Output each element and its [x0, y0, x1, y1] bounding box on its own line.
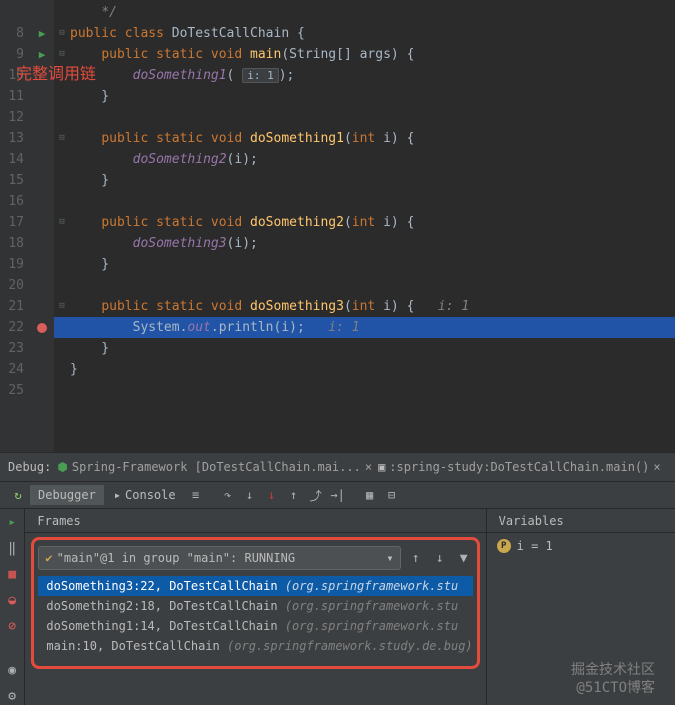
filter-icon[interactable]: ▼ — [455, 551, 473, 566]
step-into-icon[interactable]: ↓ — [240, 485, 260, 505]
next-frame-icon[interactable]: ↓ — [431, 551, 449, 566]
prev-frame-icon[interactable]: ↑ — [407, 551, 425, 566]
stack-frame[interactable]: doSomething3:22, DoTestCallChain (org.sp… — [38, 576, 472, 596]
debug-sidebar: ▸ ‖ ■ ◒ ⊘ ◉ ⚙ — [0, 509, 25, 705]
camera-icon[interactable]: ◉ — [3, 661, 21, 679]
debug-panel: Debug: ⬢ Spring-Framework [DoTestCallCha… — [0, 452, 675, 705]
turtle-icon: ⬢ — [57, 460, 67, 474]
console-icon: ▸ — [114, 488, 121, 502]
debug-body: ▸ ‖ ■ ◒ ⊘ ◉ ⚙ Frames ✔"main"@1 in group … — [0, 509, 675, 705]
view-bp-icon[interactable]: ◒ — [3, 591, 21, 609]
stack-frame[interactable]: main:10, DoTestCallChain (org.springfram… — [38, 636, 472, 656]
chevron-down-icon: ▾ — [386, 551, 393, 565]
threads-icon[interactable]: ≡ — [186, 485, 206, 505]
mute-bp-icon[interactable]: ⊘ — [3, 617, 21, 635]
run-config-tab-2[interactable]: ▣ :spring-study:DoTestCallChain.main() × — [378, 460, 661, 474]
frames-title: Frames — [25, 509, 485, 533]
console-tab[interactable]: ▸Console — [106, 485, 184, 505]
close-icon[interactable]: × — [365, 460, 372, 474]
step-out-icon[interactable]: ↑ — [284, 485, 304, 505]
pause-icon[interactable]: ‖ — [3, 539, 21, 557]
resume-icon[interactable]: ▸ — [3, 513, 21, 531]
variable-row[interactable]: P i = 1 — [497, 539, 665, 553]
debug-tabs: Debug: ⬢ Spring-Framework [DoTestCallCha… — [0, 453, 675, 482]
variables-list[interactable]: P i = 1 — [487, 533, 675, 559]
annotation-label: 完整调用链 — [16, 60, 96, 84]
stack-frames-list[interactable]: doSomething3:22, DoTestCallChain (org.sp… — [38, 576, 472, 656]
rerun-icon[interactable]: ↻ — [8, 485, 28, 505]
param-chip-icon: P — [497, 539, 511, 553]
code-editor[interactable]: 8910111213141516171819202122232425 ▶▶ */… — [0, 0, 675, 452]
force-step-into-icon[interactable]: ↓ — [262, 485, 282, 505]
evaluate-icon[interactable]: ▦ — [360, 485, 380, 505]
debug-toolbar: ↻ Debugger ▸Console ≡ ↷ ↓ ↓ ↑ ⤴ →| ▦ ⊟ — [0, 482, 675, 509]
variables-title: Variables — [487, 509, 675, 533]
run-icon: ▣ — [378, 460, 385, 474]
debug-label: Debug: — [8, 460, 51, 474]
step-over-icon[interactable]: ↷ — [218, 485, 238, 505]
trace-icon[interactable]: ⊟ — [382, 485, 402, 505]
check-icon: ✔ — [45, 551, 52, 565]
thread-selector-row: ✔"main"@1 in group "main": RUNNING ▾ ↑ ↓… — [38, 546, 472, 570]
code-area[interactable]: */⊟public class DoTestCallChain {⊟ publi… — [54, 0, 675, 452]
frames-pane: Frames ✔"main"@1 in group "main": RUNNIN… — [25, 509, 485, 705]
run-config-tab-1[interactable]: ⬢ Spring-Framework [DoTestCallChain.mai.… — [57, 460, 372, 474]
settings-icon[interactable]: ⚙ — [3, 687, 21, 705]
drop-frame-icon[interactable]: ⤴ — [306, 485, 326, 505]
variables-pane: Variables P i = 1 完整调用链 — [486, 509, 675, 705]
stack-frame[interactable]: doSomething1:14, DoTestCallChain (org.sp… — [38, 616, 472, 636]
close-icon[interactable]: × — [653, 460, 660, 474]
stop-icon[interactable]: ■ — [3, 565, 21, 583]
debugger-tab[interactable]: Debugger — [30, 485, 104, 505]
frames-highlight-box: ✔"main"@1 in group "main": RUNNING ▾ ↑ ↓… — [31, 537, 479, 669]
thread-combo[interactable]: ✔"main"@1 in group "main": RUNNING ▾ — [38, 546, 400, 570]
stack-frame[interactable]: doSomething2:18, DoTestCallChain (org.sp… — [38, 596, 472, 616]
run-to-cursor-icon[interactable]: →| — [328, 485, 348, 505]
